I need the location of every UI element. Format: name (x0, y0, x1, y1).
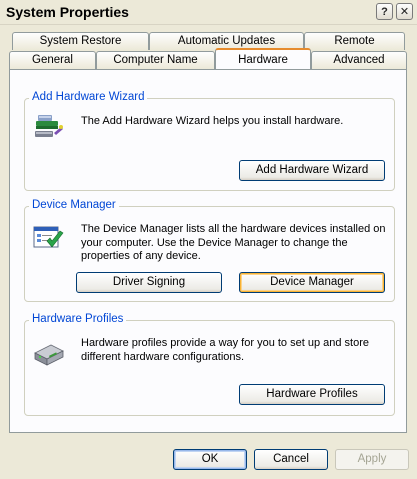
hardware-profiles-group: Hardware Profiles Hardware profiles prov… (24, 313, 395, 416)
window-title: System Properties (6, 4, 129, 20)
tab-remote[interactable]: Remote (304, 32, 405, 50)
tab-panel: Add Hardware Wizard The Add Hardware Wiz… (9, 69, 407, 433)
hardware-profiles-description: Hardware profiles provide a way for you … (81, 337, 369, 363)
add-hardware-group: Add Hardware Wizard The Add Hardware Wiz… (24, 91, 395, 191)
tab-advanced[interactable]: Advanced (311, 51, 407, 69)
apply-button[interactable]: Apply (335, 449, 409, 470)
button-label: Hardware Profiles (266, 388, 358, 400)
button-label: Device Manager (270, 276, 354, 288)
tab-label: Remote (334, 35, 375, 47)
group-title-device-manager: Device Manager (29, 199, 119, 211)
tab-label: System Restore (39, 35, 122, 47)
device-manager-button[interactable]: Device Manager (239, 272, 385, 293)
hardware-profiles-icon (34, 344, 64, 366)
title-bar[interactable]: System Properties ? ✕ (0, 0, 417, 25)
tab-label: Automatic Updates (177, 35, 276, 47)
ok-button[interactable]: OK (173, 449, 247, 470)
tab-label: Advanced (333, 54, 385, 66)
close-button[interactable]: ✕ (396, 3, 413, 20)
tab-label: General (32, 54, 73, 66)
tab-system-restore[interactable]: System Restore (12, 32, 149, 50)
close-icon: ✕ (399, 6, 410, 18)
tab-computer-name[interactable]: Computer Name (96, 51, 215, 69)
tab-label: Computer Name (113, 54, 198, 66)
tab-general[interactable]: General (9, 51, 96, 69)
device-manager-description: The Device Manager lists all the hardwar… (81, 223, 386, 262)
button-label: Cancel (273, 453, 309, 465)
add-hardware-description: The Add Hardware Wizard helps you instal… (81, 115, 344, 127)
group-title-add-hardware: Add Hardware Wizard (29, 91, 148, 103)
tab-hardware[interactable]: Hardware (215, 48, 311, 69)
cancel-button[interactable]: Cancel (254, 449, 328, 470)
add-hardware-wizard-button[interactable]: Add Hardware Wizard (239, 160, 385, 181)
add-hardware-wizard-icon (35, 115, 63, 137)
hardware-profiles-button[interactable]: Hardware Profiles (239, 384, 385, 405)
tab-label: Hardware (238, 54, 288, 66)
help-button[interactable]: ? (376, 3, 393, 20)
button-label: Apply (357, 453, 387, 465)
button-label: OK (201, 453, 219, 465)
device-manager-group: Device Manager The Device Manager lists … (24, 199, 395, 302)
group-title-hardware-profiles: Hardware Profiles (29, 313, 127, 325)
help-icon: ? (381, 6, 388, 18)
button-label: Add Hardware Wizard (255, 164, 369, 176)
driver-signing-button[interactable]: Driver Signing (76, 272, 222, 293)
button-label: Driver Signing (112, 276, 186, 288)
device-manager-icon (33, 226, 64, 248)
